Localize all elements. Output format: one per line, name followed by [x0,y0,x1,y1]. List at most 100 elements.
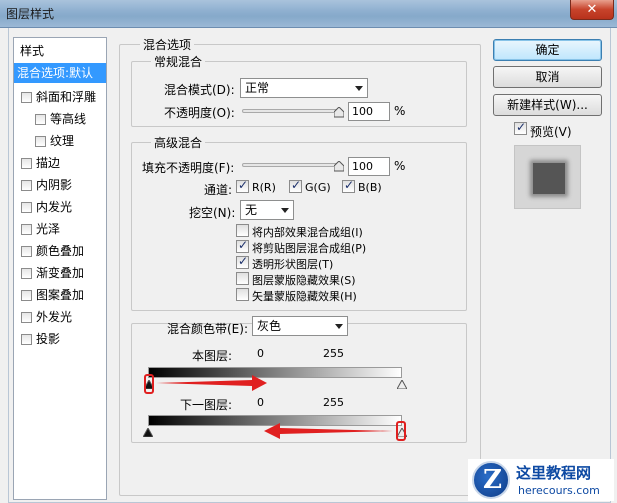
close-button[interactable]: ✕ [570,0,614,20]
fill-opacity-slider-thumb[interactable] [334,161,344,172]
fill-opacity-percent: % [394,159,406,173]
styles-list: 样式 混合选项:默认 斜面和浮雕 等高线 纹理 描边 内阴影 内发光 光泽 颜色… [13,37,107,500]
blend-clipped-layers-label: 将剪贴图层混合成组(P) [252,242,367,255]
this-layer-label: 本图层: [192,349,233,363]
layer-mask-hides-label: 图层蒙版隐藏效果(S) [252,274,356,287]
advanced-blending-title: 高级混合 [151,134,206,151]
style-item-contour[interactable]: 等高线 [14,109,106,129]
logo-letter: Z [483,465,502,495]
fill-opacity-label: 填充不透明度(F): [142,161,235,175]
style-checkbox[interactable] [21,246,32,257]
blend-if-value: 灰色 [257,319,282,333]
title-bar[interactable]: 图层样式 ✕ [0,0,617,28]
underlying-layer-black-slider[interactable] [142,426,154,438]
transparency-shapes-label: 透明形状图层(T) [252,258,334,271]
chevron-down-icon [281,208,289,213]
window-title: 图层样式 [6,7,55,21]
style-item-inner-shadow[interactable]: 内阴影 [14,175,106,195]
ok-button[interactable]: 确定 [493,39,602,61]
underlying-layer-min: 0 [257,396,264,409]
style-checkbox[interactable] [21,180,32,191]
style-checkbox[interactable] [21,224,32,235]
opacity-slider-thumb[interactable] [334,107,344,118]
style-item-label: 渐变叠加 [36,266,85,280]
style-checkbox[interactable] [21,334,32,345]
channel-g-checkbox[interactable] [289,178,302,193]
blend-interior-effects-checkbox[interactable] [236,224,249,237]
style-checkbox[interactable] [21,268,32,279]
style-item-drop-shadow[interactable]: 投影 [14,329,106,349]
style-item-label: 等高线 [50,112,87,126]
layer-style-dialog: 图层样式 ✕ 样式 混合选项:默认 斜面和浮雕 等高线 纹理 描边 内阴影 内发… [0,0,617,503]
channel-b-checkbox[interactable] [342,178,355,193]
style-item-blending-options[interactable]: 混合选项:默认 [14,63,106,83]
layer-mask-hides-checkbox[interactable] [236,272,249,285]
style-item-label: 内发光 [36,200,73,214]
style-item-stroke[interactable]: 描边 [14,153,106,173]
this-layer-max: 255 [323,347,344,360]
vector-mask-hides-checkbox[interactable] [236,288,249,301]
style-item-bevel-emboss[interactable]: 斜面和浮雕 [14,87,106,107]
channel-r-label: R(R) [252,181,276,194]
style-item-label: 投影 [36,332,61,346]
style-item-label: 纹理 [50,134,75,148]
style-item-outer-glow[interactable]: 外发光 [14,307,106,327]
style-item-inner-glow[interactable]: 内发光 [14,197,106,217]
style-checkbox[interactable] [21,290,32,301]
style-item-label: 外发光 [36,310,73,324]
this-layer-min: 0 [257,347,264,360]
channels-label: 通道: [204,183,233,197]
new-style-button[interactable]: 新建样式(W)... [493,94,602,116]
blend-mode-label: 混合模式(D): [164,83,235,97]
transparency-shapes-checkbox[interactable] [236,254,249,269]
blend-interior-effects-label: 将内部效果混合成组(I) [252,226,363,239]
styles-header[interactable]: 样式 [20,42,44,59]
style-item-texture[interactable]: 纹理 [14,131,106,151]
vector-mask-hides-label: 矢量蒙版隐藏效果(H) [252,290,357,303]
style-checkbox[interactable] [21,92,32,103]
cancel-button[interactable]: 取消 [493,66,602,88]
watermark-site-name: 这里教程网 [516,464,592,482]
opacity-input[interactable]: 100 [348,102,390,121]
preview-checkbox[interactable] [514,120,527,135]
blend-clipped-layers-checkbox[interactable] [236,238,249,253]
style-item-satin[interactable]: 光泽 [14,219,106,239]
style-checkbox[interactable] [21,158,32,169]
site-watermark: Z 这里教程网 herecours.com [468,459,614,501]
style-checkbox[interactable] [35,136,46,147]
annotation-highlight-box [144,374,154,394]
blend-if-select[interactable]: 灰色 [252,316,348,336]
style-checkbox[interactable] [21,202,32,213]
blend-if-label: 混合颜色带(E): [167,322,248,336]
fill-opacity-slider[interactable] [242,163,342,167]
underlying-layer-max: 255 [323,396,344,409]
opacity-slider[interactable] [242,109,342,113]
blend-mode-select[interactable]: 正常 [240,78,368,98]
channel-r-checkbox[interactable] [236,178,249,193]
opacity-label: 不透明度(O): [164,106,235,120]
style-item-label: 描边 [36,156,61,170]
knockout-value: 无 [245,203,258,217]
this-layer-white-slider[interactable] [396,378,408,390]
style-item-label: 颜色叠加 [36,244,85,258]
site-logo-icon: Z [472,461,510,499]
general-blending-title: 常规混合 [151,53,206,70]
style-item-color-overlay[interactable]: 颜色叠加 [14,241,106,261]
opacity-percent: % [394,104,406,118]
knockout-label: 挖空(N): [189,206,236,220]
style-item-pattern-overlay[interactable]: 图案叠加 [14,285,106,305]
style-item-label: 斜面和浮雕 [36,90,97,104]
annotation-highlight-box [396,421,406,441]
style-item-label: 内阴影 [36,178,73,192]
style-checkbox[interactable] [35,114,46,125]
blend-mode-value: 正常 [245,81,270,95]
chevron-down-icon [355,86,363,91]
underlying-layer-label: 下一图层: [180,398,233,412]
channel-g-label: G(G) [305,181,331,194]
channel-b-label: B(B) [358,181,382,194]
style-item-label: 光泽 [36,222,61,236]
knockout-select[interactable]: 无 [240,200,294,220]
fill-opacity-input[interactable]: 100 [348,157,390,176]
style-checkbox[interactable] [21,312,32,323]
style-item-gradient-overlay[interactable]: 渐变叠加 [14,263,106,283]
